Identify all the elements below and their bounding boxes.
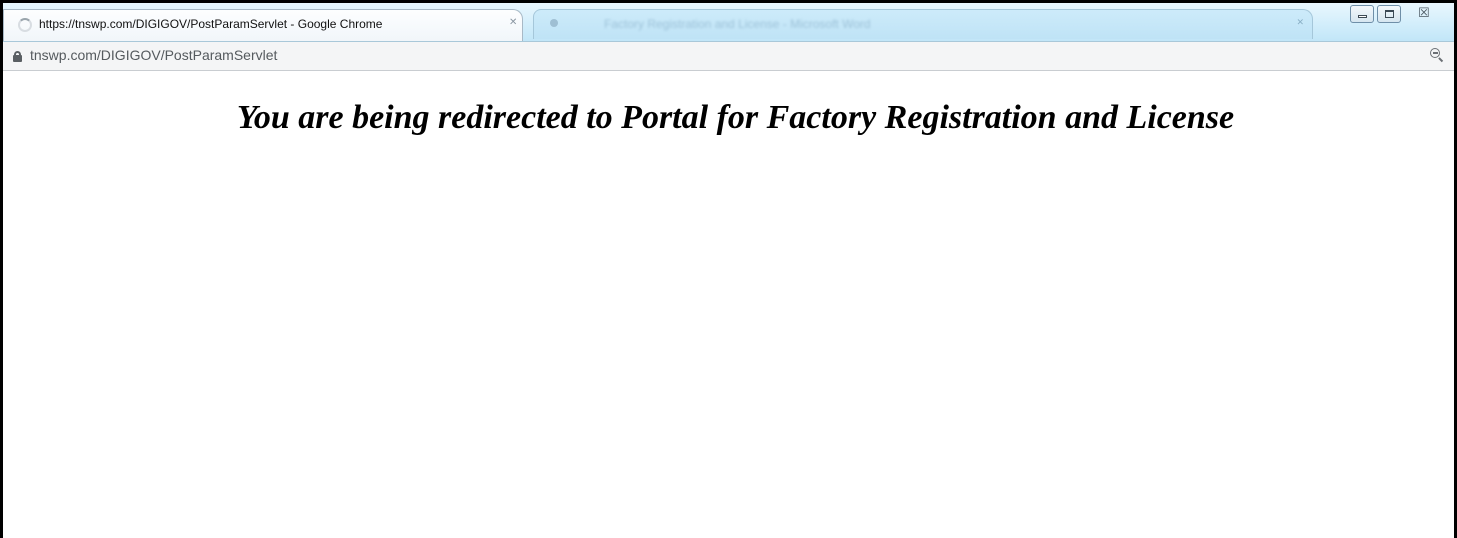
address-bar[interactable]: tnswp.com/DIGIGOV/PostParamServlet [3, 42, 1454, 71]
background-tab-close-icon[interactable]: ✕ [1296, 18, 1304, 28]
background-tab-title: Factory Registration and License - Micro… [604, 17, 871, 31]
close-button[interactable]: ☒ [1404, 5, 1448, 23]
window-controls: ☒ [1350, 5, 1448, 23]
title-bar: https://tnswp.com/DIGIGOV/PostParamServl… [3, 3, 1454, 42]
background-tab[interactable]: Factory Registration and License - Micro… [533, 9, 1313, 39]
redirect-message: You are being redirected to Portal for F… [236, 99, 1235, 136]
minimize-icon [1358, 15, 1367, 18]
minimize-button[interactable] [1350, 5, 1374, 23]
lock-icon[interactable] [13, 51, 22, 62]
tab-close-icon[interactable]: ✕ [509, 17, 517, 28]
close-icon: ☒ [1418, 6, 1430, 21]
browser-window: https://tnswp.com/DIGIGOV/PostParamServl… [0, 0, 1457, 538]
page-content: You are being redirected to Portal for F… [3, 71, 1454, 538]
restore-icon [1385, 10, 1394, 18]
active-tab[interactable]: https://tnswp.com/DIGIGOV/PostParamServl… [3, 9, 523, 41]
url-text[interactable]: tnswp.com/DIGIGOV/PostParamServlet [30, 47, 277, 63]
restore-button[interactable] [1377, 5, 1401, 23]
zoom-out-icon[interactable] [1430, 48, 1446, 64]
loading-spinner-icon [18, 18, 32, 32]
tab-title: https://tnswp.com/DIGIGOV/PostParamServl… [39, 17, 383, 31]
tab-favicon-icon [550, 19, 558, 27]
